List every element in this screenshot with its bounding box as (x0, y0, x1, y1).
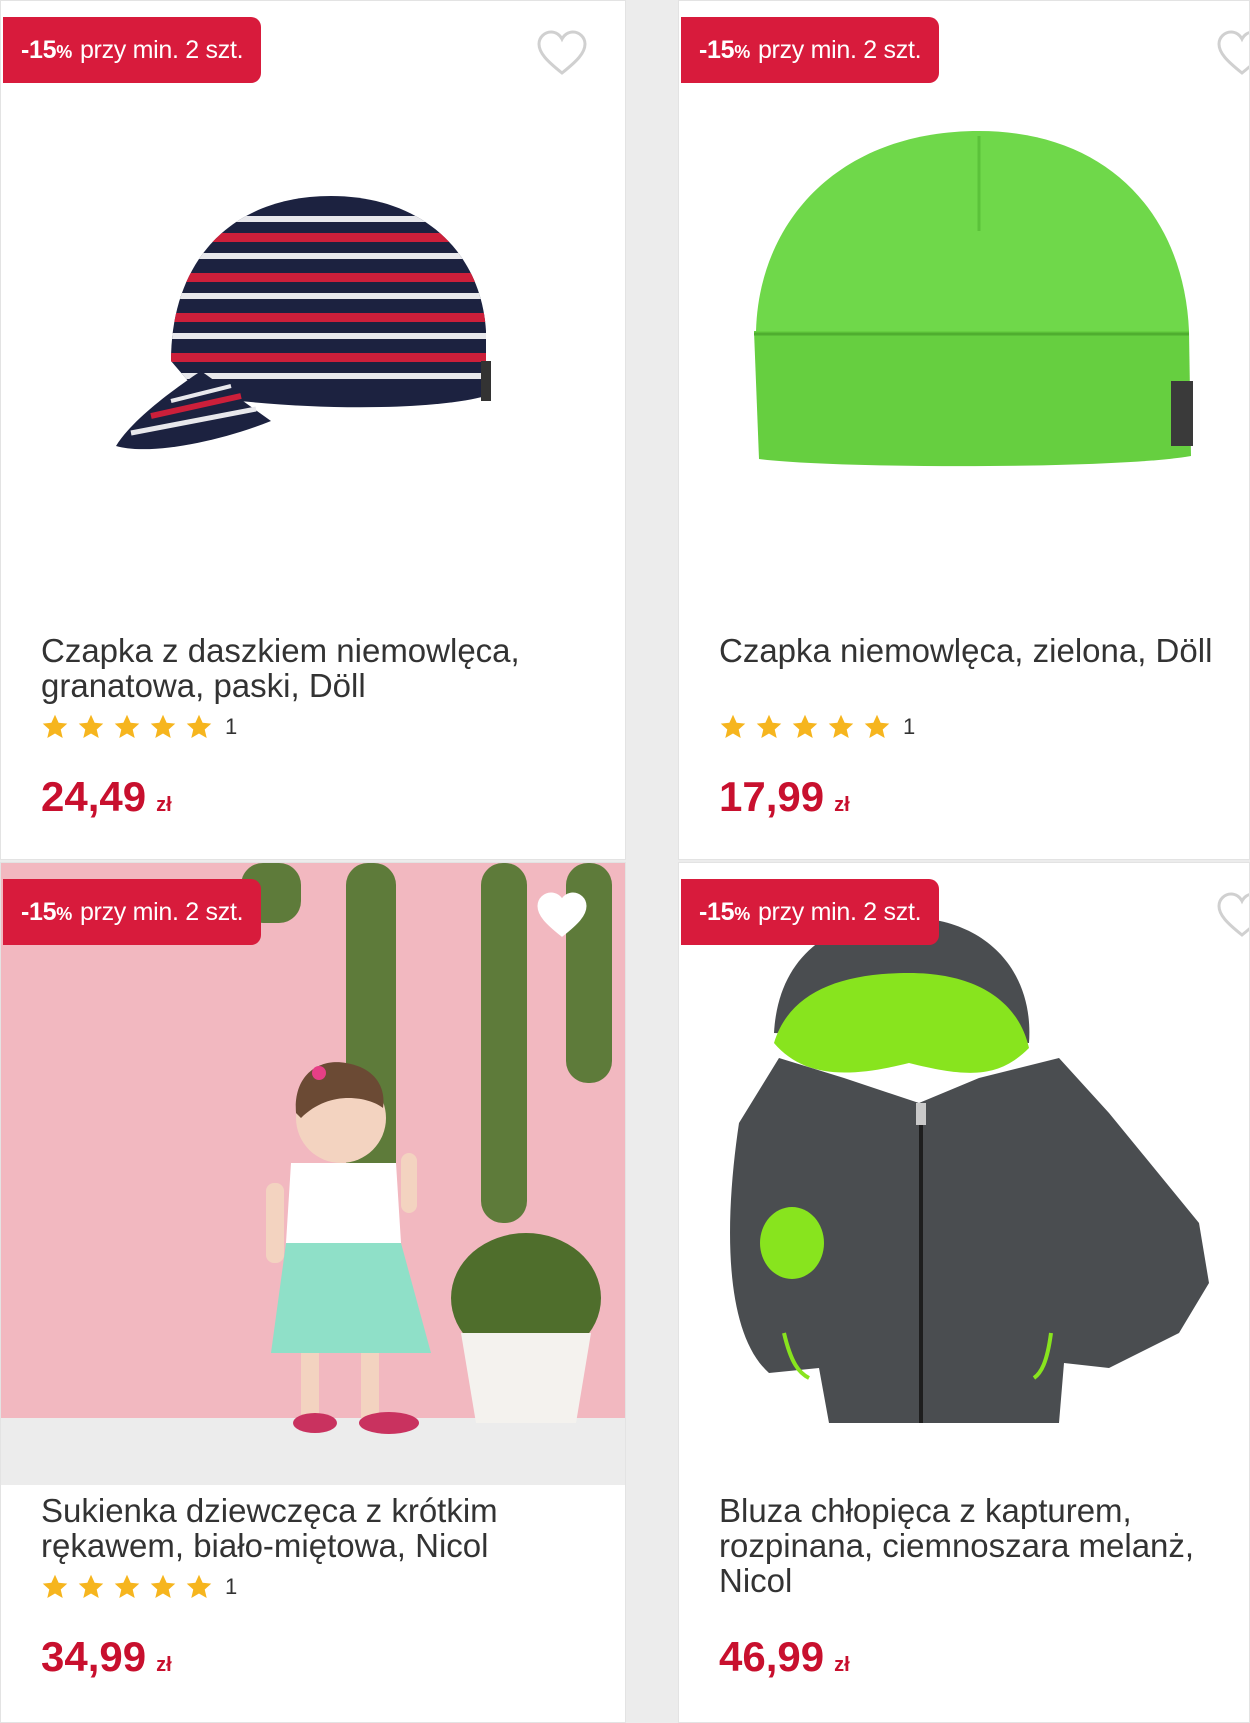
product-price: 34,99 zł (41, 1633, 172, 1680)
star-icon (720, 714, 746, 738)
star-icon (828, 714, 854, 738)
star-icon (78, 714, 104, 738)
product-price: 46,99 zł (719, 1633, 850, 1680)
product-image-hoodie[interactable] (679, 863, 1249, 1463)
product-title[interactable]: Czapka z daszkiem niemowlęca, granatowa,… (41, 633, 571, 703)
star-icon (42, 1574, 68, 1598)
product-image-striped-cap[interactable] (1, 1, 625, 601)
discount-badge: -15% przy min. 2 szt. (3, 879, 262, 945)
heart-outline-icon[interactable] (535, 891, 589, 939)
heart-outline-icon[interactable] (1215, 891, 1250, 939)
heart-outline-icon[interactable] (535, 29, 589, 77)
star-icon (114, 714, 140, 738)
rating-count: 1 (903, 714, 916, 739)
star-icon (150, 714, 176, 738)
product-card[interactable]: -15% przy min. 2 szt. Sukienka dziewczęc… (0, 862, 626, 1723)
product-image-green-beanie[interactable] (679, 1, 1249, 601)
product-rating: 1 (41, 1573, 237, 1601)
product-grid: -15% przy min. 2 szt. Czapka z daszkiem … (0, 0, 1250, 1723)
star-icon (42, 714, 68, 738)
heart-outline-icon[interactable] (1215, 29, 1250, 77)
product-rating: 1 (719, 713, 915, 741)
product-title[interactable]: Czapka niemowlęca, zielona, Döll (719, 633, 1249, 668)
star-icon (864, 714, 890, 738)
product-title[interactable]: Sukienka dziewczęca z krótkim rękawem, b… (41, 1493, 571, 1563)
star-icon (756, 714, 782, 738)
star-icon (792, 714, 818, 738)
star-icon (186, 714, 212, 738)
product-card[interactable]: -15% przy min. 2 szt. Bluza chłopięca z … (678, 862, 1250, 1723)
product-title[interactable]: Bluza chłopięca z kapturem, rozpinana, c… (719, 1493, 1249, 1598)
discount-badge: -15% przy min. 2 szt. (3, 17, 262, 83)
product-image-girl-dress[interactable] (1, 863, 625, 1485)
product-rating: 1 (41, 713, 237, 741)
star-icon (186, 1574, 212, 1598)
rating-count: 1 (225, 714, 238, 739)
product-card[interactable]: -15% przy min. 2 szt. Czapka z daszkiem … (0, 0, 626, 860)
product-price: 17,99 zł (719, 773, 850, 820)
product-card[interactable]: -15% przy min. 2 szt. Czapka niemowlęca,… (678, 0, 1250, 860)
star-icon (150, 1574, 176, 1598)
star-icon (114, 1574, 140, 1598)
discount-badge: -15% przy min. 2 szt. (681, 879, 940, 945)
product-price: 24,49 zł (41, 773, 172, 820)
star-icon (78, 1574, 104, 1598)
rating-count: 1 (225, 1574, 238, 1599)
discount-badge: -15% przy min. 2 szt. (681, 17, 940, 83)
